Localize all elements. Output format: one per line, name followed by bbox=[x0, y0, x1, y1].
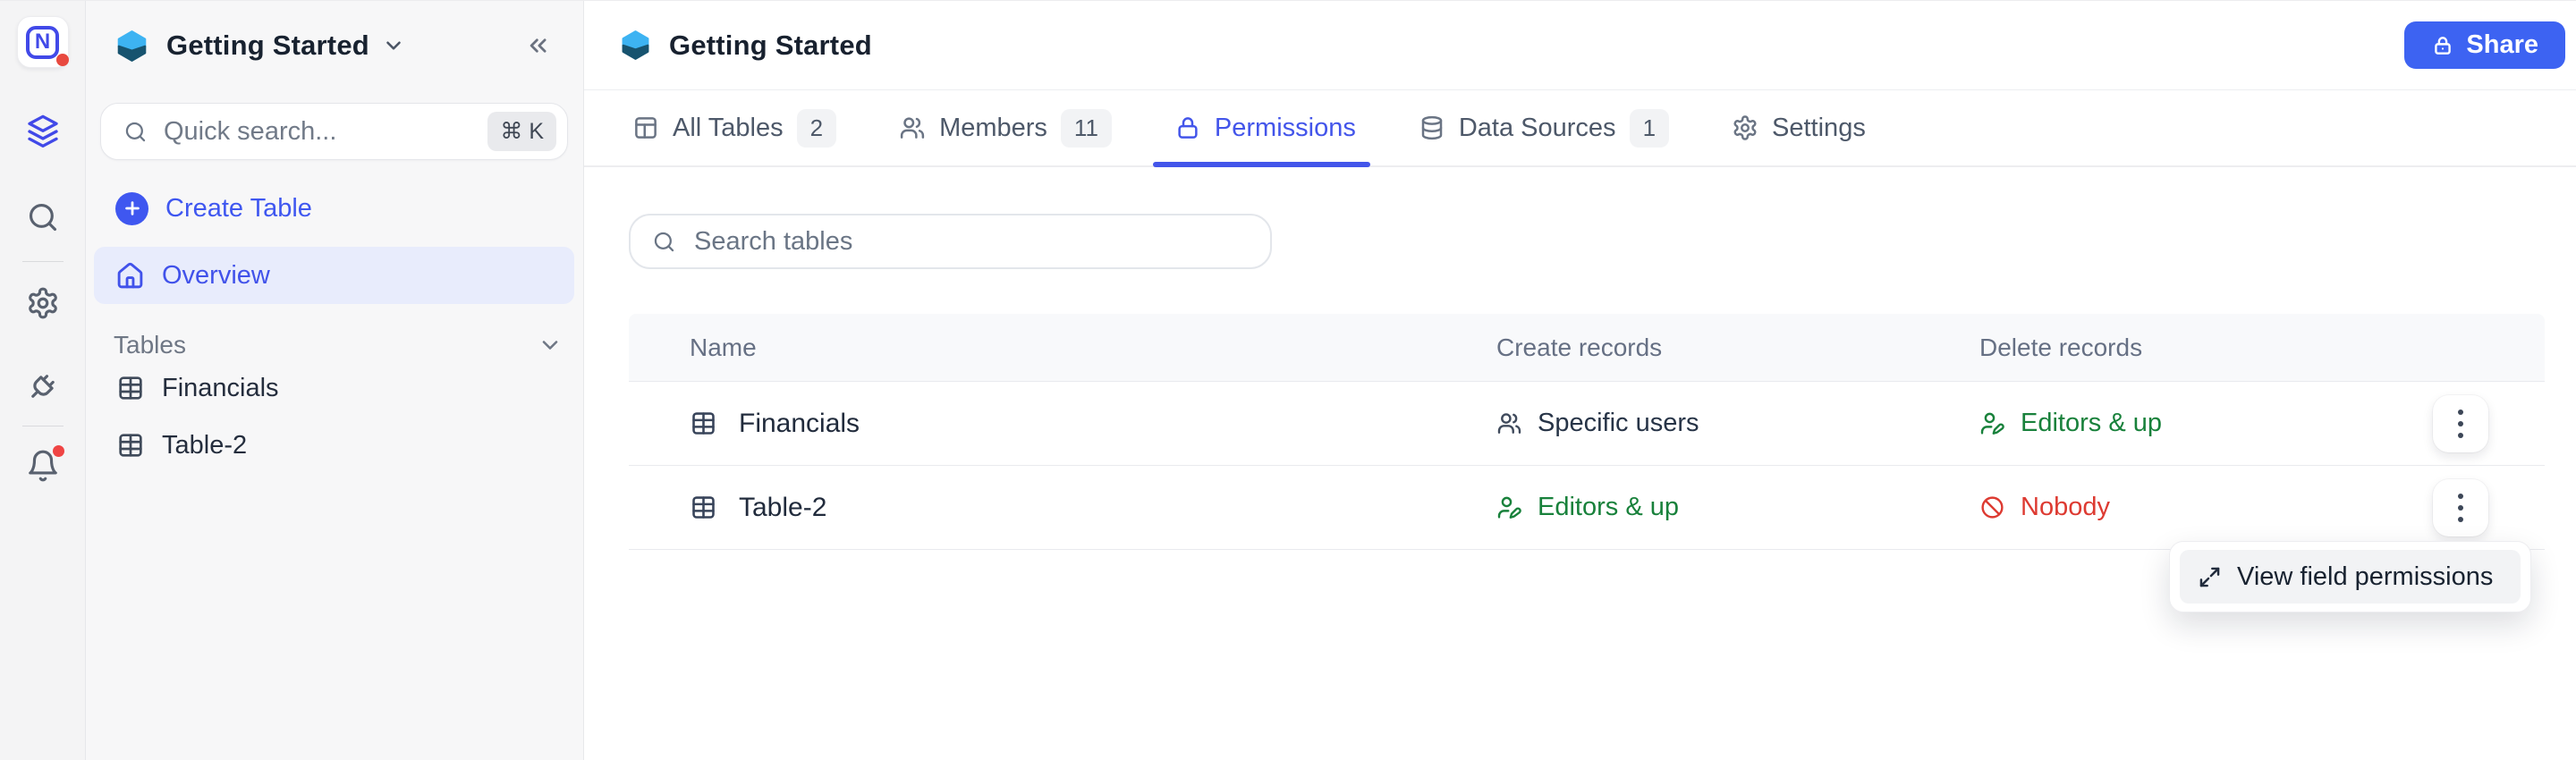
column-header-name: Name bbox=[690, 333, 757, 361]
page-title: Getting Started bbox=[669, 29, 872, 61]
rail-divider bbox=[21, 261, 64, 262]
tab-label: Data Sources bbox=[1458, 113, 1616, 142]
user-pen-icon bbox=[1497, 496, 1521, 519]
chevron-down-icon[interactable] bbox=[382, 34, 405, 57]
collapse-sidebar-icon[interactable] bbox=[524, 32, 551, 59]
sidebar: Getting Started ⌘ K Create Table Overvie… bbox=[86, 1, 584, 760]
gear-icon bbox=[1733, 115, 1757, 140]
permissions-content: Name Create records Delete records Finan… bbox=[584, 167, 2576, 760]
bell-icon[interactable] bbox=[26, 445, 64, 483]
column-header-delete-records: Delete records bbox=[1979, 333, 2143, 361]
row-menu-kebab-icon[interactable] bbox=[2433, 394, 2488, 452]
permission-label: Nobody bbox=[2021, 493, 2110, 521]
icon-rail: N bbox=[0, 1, 86, 760]
view-field-permissions-item[interactable]: View field permissions bbox=[2180, 550, 2521, 604]
workspace-header[interactable]: Getting Started bbox=[86, 1, 583, 90]
bell-notification-dot bbox=[52, 445, 64, 457]
database-icon bbox=[1421, 115, 1443, 140]
base-header: Getting Started Share bbox=[584, 1, 2576, 90]
layers-icon[interactable] bbox=[25, 114, 61, 149]
tables-section-label: Tables bbox=[114, 331, 186, 359]
delete-records-permission[interactable]: Nobody bbox=[1979, 493, 2110, 522]
menu-item-label: View field permissions bbox=[2237, 562, 2494, 591]
sidebar-item-table-2[interactable]: Table-2 bbox=[116, 417, 569, 474]
plus-circle-icon bbox=[115, 191, 148, 225]
sidebar-item-financials[interactable]: Financials bbox=[116, 359, 569, 417]
permission-label: Editors & up bbox=[2021, 409, 2162, 437]
tab-count-badge: 11 bbox=[1060, 108, 1112, 148]
sidebar-item-overview[interactable]: Overview bbox=[94, 247, 574, 304]
delete-records-permission[interactable]: Editors & up bbox=[1979, 409, 2162, 438]
share-button[interactable]: Share bbox=[2404, 21, 2565, 69]
column-header-create-records: Create records bbox=[1496, 333, 1663, 361]
permission-label: Specific users bbox=[1538, 409, 1699, 437]
users-icon bbox=[900, 117, 925, 139]
search-tables-input[interactable] bbox=[629, 214, 1272, 269]
tab-members[interactable]: Members 11 bbox=[899, 90, 1112, 165]
app-logo-button[interactable]: N bbox=[16, 16, 69, 68]
app-window: N Getting Started Quick search... ⌘ K Cr… bbox=[0, 1, 2576, 760]
tab-permissions[interactable]: Permissions bbox=[1152, 90, 1370, 167]
ban-icon bbox=[1981, 496, 2004, 519]
logo-notification-dot bbox=[55, 54, 69, 66]
tab-settings[interactable]: Settings bbox=[1732, 90, 1866, 165]
chevron-down-icon[interactable] bbox=[538, 333, 563, 358]
lock-icon bbox=[1178, 117, 1198, 139]
n-logo-icon: N bbox=[26, 25, 59, 59]
tab-count-badge: 2 bbox=[796, 108, 837, 148]
share-label: Share bbox=[2466, 30, 2538, 59]
gear-icon[interactable] bbox=[26, 286, 60, 320]
row-table-name: Financials bbox=[739, 408, 860, 438]
search-icon bbox=[125, 122, 146, 141]
tab-label: All Tables bbox=[673, 113, 784, 142]
main-panel: Getting Started Share All Tables 2 Membe… bbox=[584, 1, 2576, 760]
table-icon bbox=[692, 412, 715, 435]
table-icon bbox=[119, 434, 142, 457]
search-icon[interactable] bbox=[26, 200, 60, 234]
table-icon bbox=[119, 376, 142, 400]
lock-icon bbox=[2435, 36, 2452, 55]
search-icon bbox=[654, 232, 674, 251]
home-icon bbox=[117, 262, 143, 288]
quick-search-input[interactable]: ⌘ K bbox=[100, 103, 568, 160]
sidebar-table-label: Table-2 bbox=[162, 430, 248, 460]
permissions-table: Name Create records Delete records Finan… bbox=[629, 314, 2545, 550]
tab-label: Members bbox=[939, 113, 1047, 142]
search-tables-field[interactable] bbox=[694, 226, 1249, 257]
expand-icon bbox=[2199, 567, 2220, 587]
tab-bar: All Tables 2 Members 11 Permissions Data… bbox=[584, 90, 2576, 167]
table-row: Table-2 Editors & up Nobody bbox=[629, 466, 2545, 550]
tab-label: Settings bbox=[1772, 113, 1866, 142]
permission-label: Editors & up bbox=[1538, 493, 1679, 521]
table-icon bbox=[692, 496, 715, 519]
workspace-title: Getting Started bbox=[166, 30, 369, 61]
user-pen-icon bbox=[1980, 412, 2004, 435]
quick-search-field[interactable] bbox=[164, 116, 488, 147]
plug-icon[interactable] bbox=[26, 369, 60, 403]
table-row: Financials Specific users Editors & up bbox=[629, 382, 2545, 466]
create-table-button[interactable]: Create Table bbox=[115, 184, 569, 232]
create-records-permission[interactable]: Editors & up bbox=[1496, 493, 1679, 522]
overview-label: Overview bbox=[162, 260, 270, 290]
create-table-label: Create Table bbox=[165, 193, 312, 223]
base-cube-icon bbox=[117, 30, 147, 62]
panels-icon bbox=[635, 117, 657, 139]
tab-count-badge: 1 bbox=[1629, 108, 1670, 148]
base-cube-icon bbox=[622, 30, 649, 60]
shortcut-badge: ⌘ K bbox=[487, 112, 556, 151]
tab-label: Permissions bbox=[1214, 113, 1356, 142]
row-context-menu: View field permissions bbox=[2169, 541, 2531, 612]
table-header-row: Name Create records Delete records bbox=[629, 314, 2545, 382]
users-icon bbox=[1497, 413, 1521, 434]
tables-section-header: Tables bbox=[114, 331, 563, 359]
tab-all-tables[interactable]: All Tables 2 bbox=[632, 90, 837, 165]
row-menu-kebab-icon[interactable] bbox=[2433, 478, 2488, 536]
row-table-name: Table-2 bbox=[739, 492, 827, 522]
create-records-permission[interactable]: Specific users bbox=[1496, 409, 1699, 438]
sidebar-table-label: Financials bbox=[162, 373, 279, 402]
tab-data-sources[interactable]: Data Sources 1 bbox=[1419, 90, 1670, 165]
